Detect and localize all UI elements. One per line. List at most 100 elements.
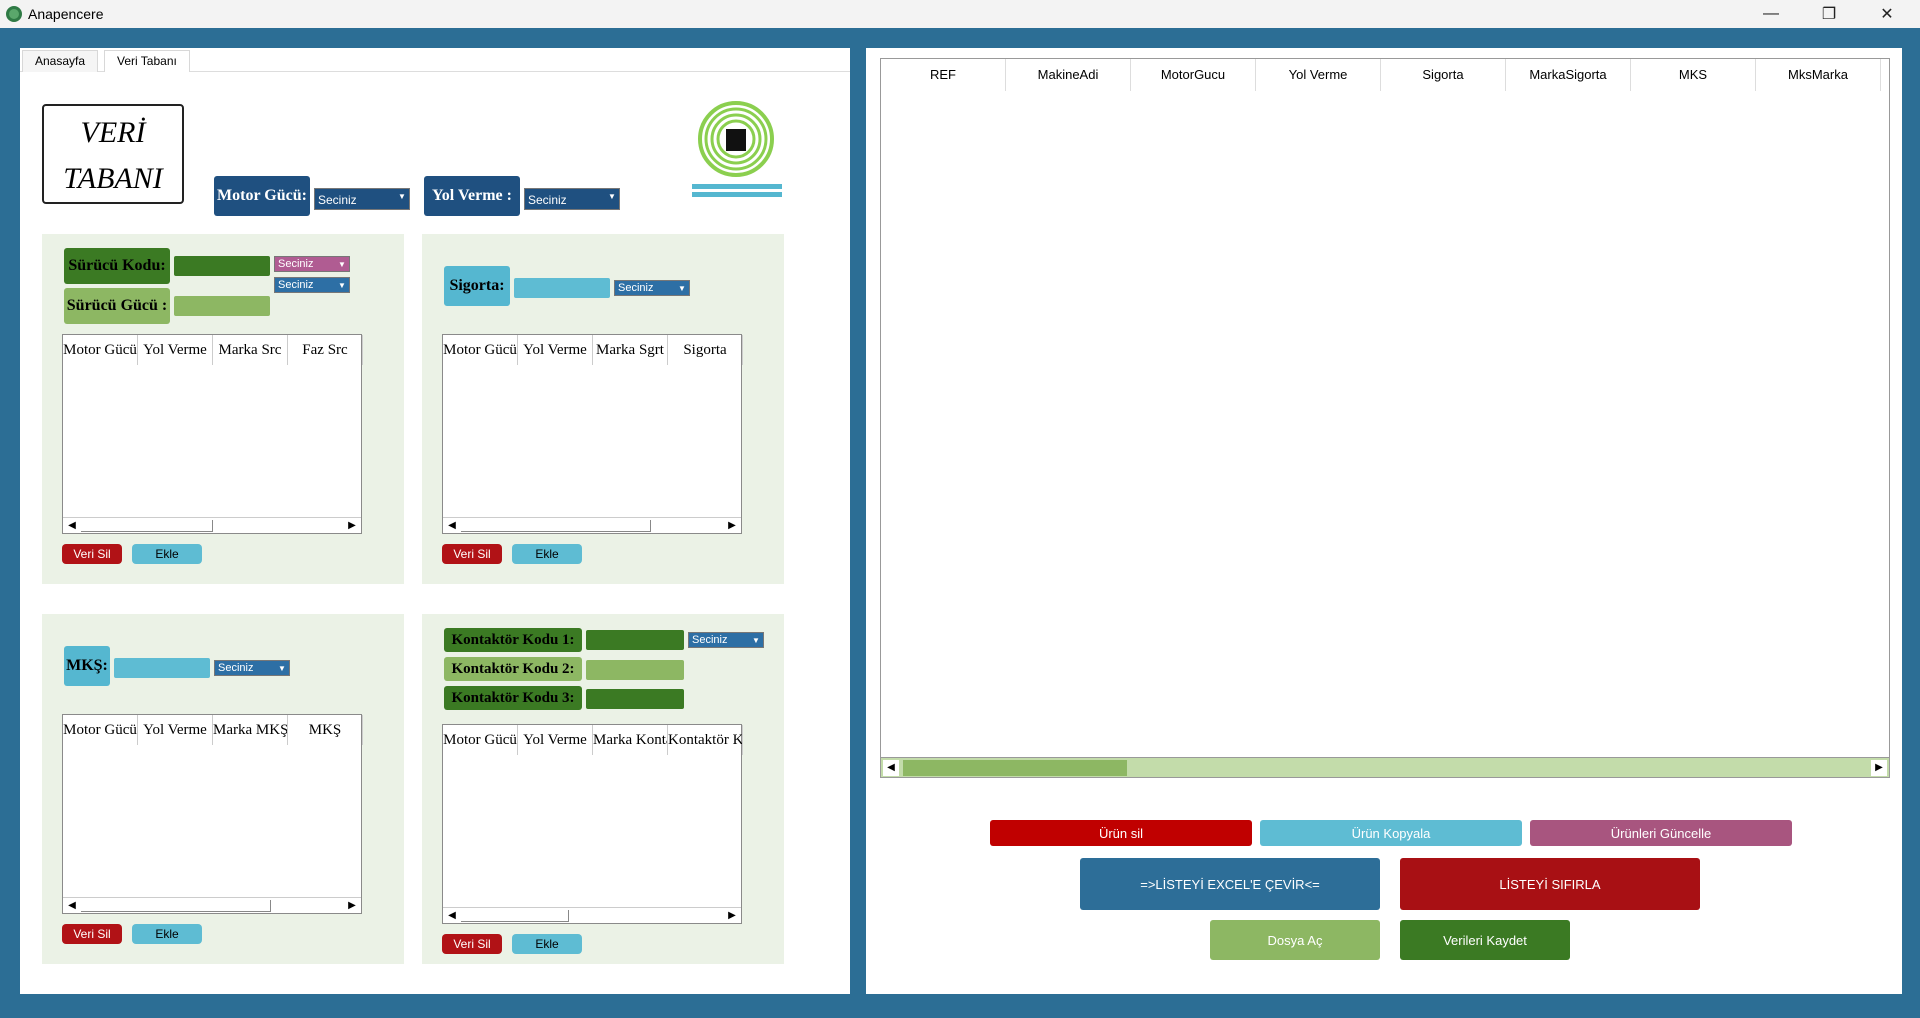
motor-gucu-select[interactable]: Seciniz ▼ — [314, 188, 410, 210]
column-header[interactable]: Yol Verme — [138, 715, 213, 745]
chevron-down-icon: ▼ — [398, 192, 406, 201]
kontaktor-kod2-input[interactable] — [586, 660, 684, 680]
grid-header: Motor Gücü Yol Verme Marka Kontak Kontak… — [443, 725, 743, 755]
horizontal-scrollbar[interactable]: ◀ ▶ — [63, 897, 361, 913]
minimize-button[interactable]: — — [1742, 0, 1800, 28]
column-header[interactable]: Kontaktör Kodu — [668, 725, 743, 755]
surucu-faz-select[interactable]: Seciniz ▼ — [274, 277, 350, 293]
sigorta-marka-select[interactable]: Seciniz ▼ — [614, 280, 690, 296]
mks-marka-select[interactable]: Seciniz ▼ — [214, 660, 290, 676]
scroll-left-icon[interactable]: ◀ — [445, 908, 459, 924]
mks-grid[interactable]: Motor Gücü Yol Verme Marka MKŞ MKŞ ◀ ▶ — [62, 714, 363, 914]
column-header-ref[interactable]: REF — [881, 59, 1006, 91]
column-header-mks-marka[interactable]: MksMarka — [1756, 59, 1881, 91]
column-header[interactable]: Marka Kontak — [593, 725, 668, 755]
scroll-right-icon[interactable]: ▶ — [1871, 760, 1887, 776]
chevron-down-icon: ▼ — [338, 281, 346, 290]
surucu-add-button[interactable]: Ekle — [132, 544, 202, 564]
column-header[interactable]: Sigorta — [668, 335, 743, 365]
column-header-mks[interactable]: MKS — [1631, 59, 1756, 91]
column-header[interactable]: Motor Gücü — [63, 715, 138, 745]
column-header-marka-sigorta[interactable]: MarkaSigorta — [1506, 59, 1631, 91]
yol-verme-select[interactable]: Seciniz ▼ — [524, 188, 620, 210]
column-header-motor-gucu[interactable]: MotorGucu — [1131, 59, 1256, 91]
sigorta-grid[interactable]: Motor Gücü Yol Verme Marka Sgrt Sigorta … — [442, 334, 743, 534]
page-title: VERİ TABANI — [42, 104, 184, 204]
surucu-grid[interactable]: Motor Gücü Yol Verme Marka Src Faz Src ◀… — [62, 334, 363, 534]
surucu-gucu-input[interactable] — [174, 296, 270, 316]
surucu-gucu-label: Sürücü Gücü : — [64, 288, 170, 324]
excel-export-button[interactable]: =>LİSTEYİ EXCEL'E ÇEVİR<= — [1080, 858, 1380, 910]
window-title: Anapencere — [28, 6, 104, 22]
column-header[interactable]: Marka Src — [213, 335, 288, 365]
motor-gucu-value: Seciniz — [318, 193, 357, 207]
kontaktor-add-button[interactable]: Ekle — [512, 934, 582, 954]
mks-add-button[interactable]: Ekle — [132, 924, 202, 944]
kontaktor-kod3-label: Kontaktör Kodu 3: — [444, 686, 582, 710]
column-header[interactable]: Yol Verme — [518, 335, 593, 365]
column-header[interactable]: Faz Src — [288, 335, 363, 365]
surucu-delete-button[interactable]: Veri Sil — [62, 544, 122, 564]
yol-verme-value: Seciniz — [528, 193, 567, 207]
grid-header: Motor Gücü Yol Verme Marka Src Faz Src — [63, 335, 363, 365]
sigorta-marka-value: Seciniz — [618, 282, 654, 294]
mks-label: MKŞ: — [64, 646, 110, 686]
close-button[interactable]: ✕ — [1858, 0, 1916, 28]
chevron-down-icon: ▼ — [338, 260, 346, 269]
scroll-thumb[interactable] — [81, 900, 271, 912]
column-header[interactable]: Yol Verme — [518, 725, 593, 755]
mks-delete-button[interactable]: Veri Sil — [62, 924, 122, 944]
urun-kopyala-button[interactable]: Ürün Kopyala — [1260, 820, 1522, 846]
sigorta-delete-button[interactable]: Veri Sil — [442, 544, 502, 564]
column-header-yol-verme[interactable]: Yol Verme — [1256, 59, 1381, 91]
chevron-down-icon: ▼ — [278, 664, 286, 673]
surucu-marka-select[interactable]: Seciniz ▼ — [274, 256, 350, 272]
kontaktor-kod3-input[interactable] — [586, 689, 684, 709]
scroll-right-icon[interactable]: ▶ — [345, 518, 359, 534]
horizontal-scrollbar[interactable]: ◀ ▶ — [443, 517, 741, 533]
horizontal-scrollbar[interactable]: ◀ ▶ — [443, 907, 741, 923]
column-header[interactable]: Marka MKŞ — [213, 715, 288, 745]
scroll-left-icon[interactable]: ◀ — [65, 898, 79, 914]
verileri-kaydet-button[interactable]: Verileri Kaydet — [1400, 920, 1570, 960]
column-header[interactable]: Motor Gücü — [443, 335, 518, 365]
kontaktor-delete-button[interactable]: Veri Sil — [442, 934, 502, 954]
sigorta-label: Sigorta: — [444, 266, 510, 306]
column-header[interactable]: Marka Sgrt — [593, 335, 668, 365]
column-header[interactable]: Motor Gücü — [63, 335, 138, 365]
kontaktor-grid[interactable]: Motor Gücü Yol Verme Marka Kontak Kontak… — [442, 724, 743, 924]
scroll-thumb[interactable] — [903, 760, 1127, 776]
column-header[interactable]: Motor Gücü — [443, 725, 518, 755]
scroll-right-icon[interactable]: ▶ — [725, 908, 739, 924]
scroll-left-icon[interactable]: ◀ — [883, 760, 899, 776]
scroll-right-icon[interactable]: ▶ — [725, 518, 739, 534]
mks-input[interactable] — [114, 658, 210, 678]
yol-verme-label: Yol Verme : — [424, 176, 520, 216]
surucu-kodu-input[interactable] — [174, 256, 270, 276]
urunleri-guncelle-button[interactable]: Ürünleri Güncelle — [1530, 820, 1792, 846]
urun-sil-button[interactable]: Ürün sil — [990, 820, 1252, 846]
products-grid[interactable]: REF MakineAdi MotorGucu Yol Verme Sigort… — [880, 58, 1890, 778]
column-header[interactable]: MKŞ — [288, 715, 363, 745]
scroll-left-icon[interactable]: ◀ — [445, 518, 459, 534]
scroll-right-icon[interactable]: ▶ — [345, 898, 359, 914]
column-header[interactable]: Yol Verme — [138, 335, 213, 365]
app-icon — [6, 6, 22, 22]
scroll-thumb[interactable] — [461, 910, 569, 922]
scroll-thumb[interactable] — [461, 520, 651, 532]
sigorta-add-button[interactable]: Ekle — [512, 544, 582, 564]
column-header-makine-adi[interactable]: MakineAdi — [1006, 59, 1131, 91]
sigorta-input[interactable] — [514, 278, 610, 298]
kontaktor-kod1-input[interactable] — [586, 630, 684, 650]
column-header-sigorta[interactable]: Sigorta — [1381, 59, 1506, 91]
restore-button[interactable]: ❐ — [1800, 0, 1858, 28]
tab-anasayfa[interactable]: Anasayfa — [22, 50, 99, 72]
scroll-thumb[interactable] — [81, 520, 213, 532]
scroll-left-icon[interactable]: ◀ — [65, 518, 79, 534]
dosya-ac-button[interactable]: Dosya Aç — [1210, 920, 1380, 960]
horizontal-scrollbar[interactable]: ◀ ▶ — [63, 517, 361, 533]
kontaktor-marka-select[interactable]: Seciniz ▼ — [688, 632, 764, 648]
horizontal-scrollbar[interactable]: ◀ ▶ — [881, 757, 1889, 777]
listeyi-sifirla-button[interactable]: LİSTEYİ SIFIRLA — [1400, 858, 1700, 910]
tab-veri-tabani[interactable]: Veri Tabanı — [104, 50, 190, 72]
